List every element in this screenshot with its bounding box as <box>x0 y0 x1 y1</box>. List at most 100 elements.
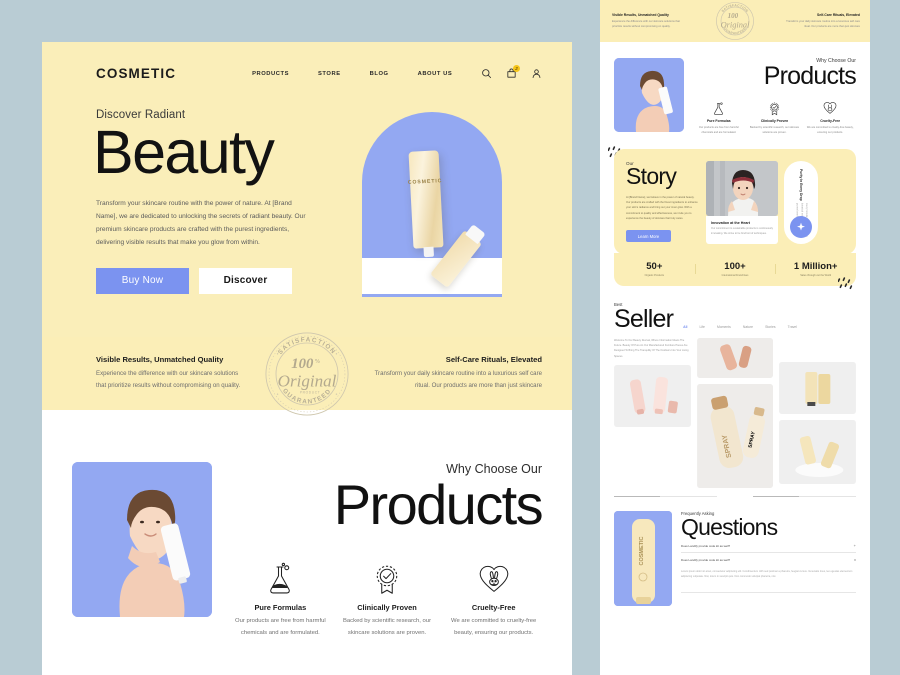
why-choose-title: Products <box>333 473 544 536</box>
banner-right-heading: Self-Care Rituals, Elevated <box>445 355 542 365</box>
mini-banner-right: Self-Care Rituals, Elevated Transform yo… <box>780 13 870 30</box>
faq-item[interactable]: Does Landify provide code kit as well? x <box>681 553 856 566</box>
nav-link-about-us[interactable]: ABOUT US <box>418 71 453 77</box>
tab-nature[interactable]: Nature <box>743 325 753 329</box>
product-tube-label: COSMETIC <box>407 178 443 186</box>
nav-links: PRODUCTS STORE BLOG ABOUT US <box>252 71 452 77</box>
mini-feature-clinically-proven: Clinically Proven Backed by scientific r… <box>749 99 801 135</box>
feature-cruelty-free: Cruelty-Free We are committed to cruelty… <box>445 559 542 639</box>
product-card[interactable] <box>779 361 857 414</box>
flask-icon <box>232 559 329 599</box>
stat-label: International Franchises <box>721 273 749 277</box>
mini-feature-heading: Clinically Proven <box>760 119 789 123</box>
feature-clinically-proven: Clinically Proven Backed by scientific r… <box>339 559 436 639</box>
best-seller-intro: Welcome To Our Beauty Revival, Where Inf… <box>614 338 689 358</box>
faq-collapse-icon[interactable]: x <box>854 558 856 562</box>
desktop-landing-preview: COSMETIC PRODUCTS STORE BLOG ABOUT US 2 … <box>42 42 572 675</box>
why-choose-content: Why Choose Our Products Pure Formulas Ou <box>212 462 544 639</box>
story-copy: Our Story At [Brand Name], we believe in… <box>626 161 698 244</box>
feature-list: Pure Formulas Our products are free from… <box>232 559 542 639</box>
best-seller-title: Seller <box>614 304 674 333</box>
heart-rabbit-icon <box>804 99 856 117</box>
faq-item-expanded: Does Landify provide code kit as well? x… <box>681 553 856 583</box>
progress-track-2[interactable] <box>753 495 856 498</box>
faq-product-photo: COSMETIC <box>614 511 672 607</box>
nav-link-products[interactable]: PRODUCTS <box>252 71 289 77</box>
faq-title: Questions <box>681 514 778 541</box>
product-card[interactable] <box>614 364 691 427</box>
feature-text: We are committed to cruelty-free beauty,… <box>451 618 537 636</box>
faq-item[interactable]: Does Landify provide code kit as well? + <box>681 539 856 554</box>
story-card-caption: Innovation at the Heart Our commitment t… <box>706 216 778 244</box>
mini-value-banner: Visible Results, Unmatched Quality Exper… <box>600 0 870 42</box>
mini-model-photo <box>614 58 684 132</box>
product-card[interactable] <box>779 419 857 484</box>
grid-spacer <box>779 338 856 356</box>
banner-right-text: Transform your daily skincare routine in… <box>374 370 542 389</box>
best-seller-column-3 <box>779 338 857 494</box>
brand-logo[interactable]: COSMETIC <box>96 66 176 81</box>
tab-travel[interactable]: Travel <box>788 325 797 329</box>
tab-stories[interactable]: Stories <box>765 325 776 329</box>
mini-feature-cruelty-free: Cruelty-Free We are committed to cruelty… <box>804 99 856 135</box>
banner-left-text: Experience the difference with our skinc… <box>96 370 241 389</box>
banner-column-right: Self-Care Rituals, Elevated Transform yo… <box>372 355 572 392</box>
buy-now-button[interactable]: Buy Now <box>96 267 189 294</box>
mini-banner-left-heading: Visible Results, Unmatched Quality <box>612 12 669 17</box>
heart-rabbit-icon <box>445 559 542 599</box>
product-card[interactable]: SPRAY SPRAY <box>696 383 774 488</box>
story-side-heading: Purity In Every Drop <box>799 169 803 201</box>
best-seller-grid: Welcome To Our Beauty Revival, Where Inf… <box>614 337 857 494</box>
feature-text: Backed by scientific research, our skinc… <box>342 618 432 636</box>
tab-life[interactable]: Life <box>699 325 704 329</box>
search-icon[interactable] <box>481 68 492 79</box>
sparkle-icon[interactable] <box>790 215 812 238</box>
flask-icon <box>693 99 745 117</box>
hero-product-image: COSMETIC <box>359 109 509 297</box>
tab-moments[interactable]: Moments <box>717 325 731 329</box>
mini-feature-pure-formulas: Pure Formulas Our products are free from… <box>693 99 745 135</box>
mini-why-choose-title: Products <box>763 62 857 90</box>
value-banner: Visible Results, Unmatched Quality Exper… <box>42 331 572 416</box>
nav-link-store[interactable]: STORE <box>318 71 341 77</box>
faq-item[interactable] <box>681 583 856 594</box>
mini-banner-left: Visible Results, Unmatched Quality Exper… <box>600 13 690 30</box>
story-card-heading: Innovation at the Heart <box>711 221 750 226</box>
tab-all[interactable]: All <box>683 325 687 329</box>
seal-word: Original <box>278 371 337 390</box>
discover-button[interactable]: Discover <box>199 267 292 294</box>
stat-item: 100+ International Franchises <box>694 261 776 277</box>
feature-heading: Clinically Proven <box>357 603 417 612</box>
faq-question: Does Landify provide code kit as well? <box>681 558 731 563</box>
mini-banner-left-text: Experience the difference with our skinc… <box>612 19 680 28</box>
story-card-text: Our commitment to sustainable products i… <box>711 227 773 235</box>
learn-more-button[interactable]: Learn More <box>626 230 671 243</box>
banner-column-left: Visible Results, Unmatched Quality Exper… <box>42 355 242 392</box>
svg-text:100: 100 <box>728 12 739 20</box>
nav-link-blog[interactable]: BLOG <box>370 71 389 77</box>
mini-banner-right-heading: Self-Care Rituals, Elevated <box>817 12 860 17</box>
story-model-photo <box>706 161 778 217</box>
cart-icon[interactable]: 2 <box>506 65 520 79</box>
progress-track-1[interactable] <box>614 495 717 498</box>
cart-badge: 2 <box>513 65 520 72</box>
navbar: COSMETIC PRODUCTS STORE BLOG ABOUT US 2 <box>42 42 572 81</box>
feature-text: Our products are free from harmful chemi… <box>234 618 326 636</box>
mini-feature-list: Pure Formulas Our products are free from… <box>693 99 856 135</box>
badge-check-icon <box>339 559 436 599</box>
faq-question: Does Landify provide code kit as well? <box>681 544 731 549</box>
hero-copy: Discover Radiant Beauty Transform your s… <box>93 109 351 294</box>
product-tube-standing: COSMETIC <box>407 150 444 249</box>
seal-sub: PRODUCT <box>300 390 320 394</box>
product-card[interactable] <box>696 337 774 378</box>
stats-row: 50+ Organic Products 100+ International … <box>614 252 856 286</box>
best-seller-column-2: SPRAY SPRAY <box>696 337 774 494</box>
feature-pure-formulas: Pure Formulas Our products are free from… <box>232 559 329 639</box>
carousel-progress <box>600 495 870 498</box>
svg-text:Original: Original <box>721 20 751 29</box>
svg-text:SATISFACTION: SATISFACTION <box>277 336 337 356</box>
account-icon[interactable] <box>531 68 542 79</box>
faq-expand-icon[interactable]: + <box>854 544 856 548</box>
story-paragraph: At [Brand Name], we believe in the power… <box>626 196 698 220</box>
screenshot-stage: COSMETIC PRODUCTS STORE BLOG ABOUT US 2 … <box>0 0 900 675</box>
